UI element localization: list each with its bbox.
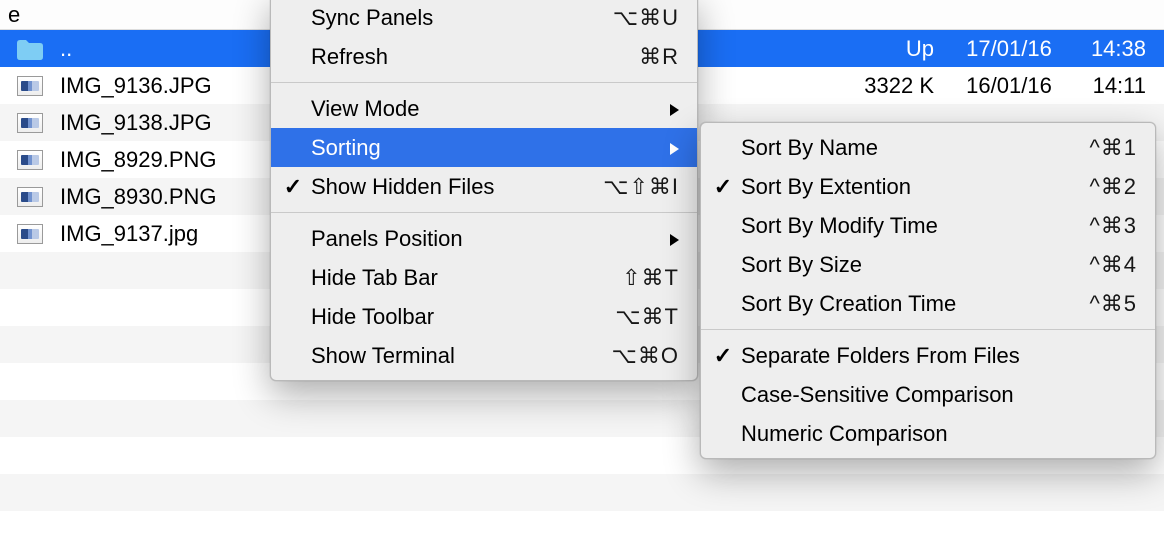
menu-sort-by-modify-time[interactable]: Sort By Modify Time ^⌘3 [701, 206, 1155, 245]
menu-sort-by-size[interactable]: Sort By Size ^⌘4 [701, 245, 1155, 284]
menu-hide-tab-bar[interactable]: Hide Tab Bar ⇧⌘T [271, 258, 697, 297]
file-size: Up [824, 36, 944, 62]
menu-separator [701, 329, 1155, 330]
menu-sort-by-creation-time[interactable]: Sort By Creation Time ^⌘5 [701, 284, 1155, 323]
menu-sort-by-extension[interactable]: ✓ Sort By Extention ^⌘2 [701, 167, 1155, 206]
menu-panels-position[interactable]: Panels Position [271, 219, 697, 258]
file-time: 14:11 [1074, 73, 1164, 99]
menu-separator [271, 212, 697, 213]
menu-refresh[interactable]: Refresh ⌘R [271, 37, 697, 76]
check-icon: ✓ [713, 174, 733, 200]
sorting-submenu[interactable]: Sort By Name ^⌘1 ✓ Sort By Extention ^⌘2… [700, 122, 1156, 459]
file-time: 14:38 [1074, 36, 1164, 62]
check-icon: ✓ [713, 343, 733, 369]
image-file-icon [0, 224, 60, 244]
chevron-right-icon [663, 226, 679, 252]
folder-icon [0, 38, 60, 60]
check-icon: ✓ [283, 174, 303, 200]
file-date: 16/01/16 [944, 73, 1074, 99]
menu-separator [271, 82, 697, 83]
list-item [0, 511, 1164, 548]
image-file-icon [0, 187, 60, 207]
path-left: e [8, 0, 278, 30]
image-file-icon [0, 76, 60, 96]
view-menu[interactable]: Sync Panels ⌥⌘U Refresh ⌘R View Mode Sor… [270, 0, 698, 381]
menu-separate-folders[interactable]: ✓ Separate Folders From Files [701, 336, 1155, 375]
file-size: 3322 K [824, 73, 944, 99]
menu-view-mode[interactable]: View Mode [271, 89, 697, 128]
menu-hide-toolbar[interactable]: Hide Toolbar ⌥⌘T [271, 297, 697, 336]
menu-sorting[interactable]: Sorting [271, 128, 697, 167]
menu-numeric-comparison[interactable]: Numeric Comparison [701, 414, 1155, 453]
list-item [0, 474, 1164, 511]
chevron-right-icon [663, 96, 679, 122]
chevron-right-icon [663, 135, 679, 161]
file-date: 17/01/16 [944, 36, 1074, 62]
menu-sort-by-name[interactable]: Sort By Name ^⌘1 [701, 128, 1155, 167]
menu-sync-panels[interactable]: Sync Panels ⌥⌘U [271, 0, 697, 37]
menu-case-sensitive[interactable]: Case-Sensitive Comparison [701, 375, 1155, 414]
menu-show-hidden-files[interactable]: ✓ Show Hidden Files ⌥⇧⌘I [271, 167, 697, 206]
image-file-icon [0, 150, 60, 170]
menu-show-terminal[interactable]: Show Terminal ⌥⌘O [271, 336, 697, 375]
image-file-icon [0, 113, 60, 133]
